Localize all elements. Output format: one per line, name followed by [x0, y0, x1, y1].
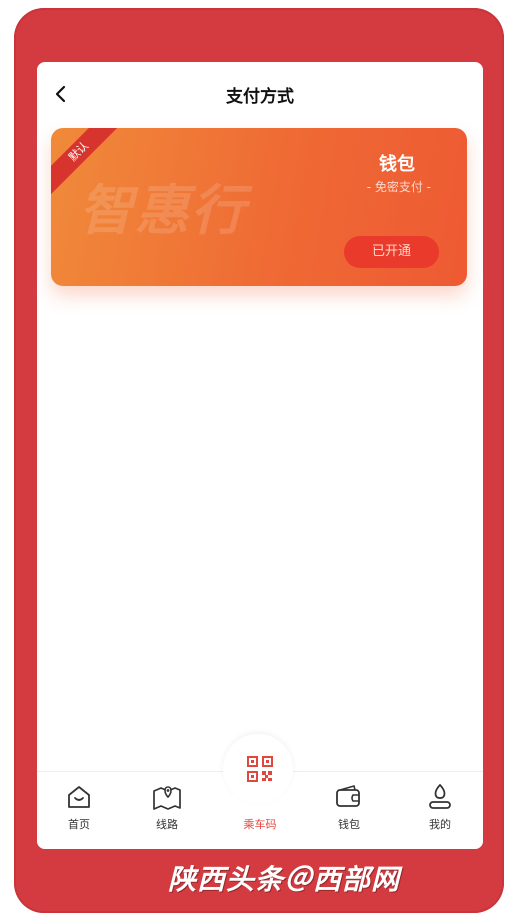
- user-icon: [429, 783, 451, 809]
- tab-wallet[interactable]: 钱包: [319, 782, 379, 832]
- wallet-subtitle: - 免密支付 -: [366, 180, 431, 194]
- tab-mine[interactable]: 我的: [410, 782, 470, 832]
- wallet-icon: [336, 785, 360, 807]
- app-screen: 支付方式 智惠行 默认 钱包 - 免密支付 - 已开通 首页 线路 乘车码 钱包…: [37, 62, 483, 849]
- tab-home-label: 首页: [68, 818, 90, 831]
- bottom-tab-bar: 首页 线路 乘车码 钱包 我的: [37, 734, 483, 849]
- activated-button[interactable]: 已开通: [344, 236, 439, 268]
- header: 支付方式: [37, 62, 483, 126]
- page-title: 支付方式: [226, 87, 294, 107]
- tab-wallet-label: 钱包: [338, 818, 360, 831]
- tab-ride-code-label: 乘车码: [243, 818, 277, 831]
- footer-brand-watermark: 陕西头条＠西部网: [168, 863, 401, 896]
- tab-mine-label: 我的: [429, 818, 451, 831]
- tab-ride-code[interactable]: 乘车码: [230, 782, 290, 832]
- home-icon: [68, 786, 90, 808]
- map-icon: [153, 786, 181, 810]
- qr-code-icon: [247, 756, 273, 782]
- wallet-title: 钱包: [379, 154, 415, 175]
- default-ribbon: 默认: [51, 128, 121, 198]
- default-ribbon-label: 默认: [51, 128, 121, 195]
- tab-ride-code-icon-wrap[interactable]: [247, 756, 273, 782]
- tab-home[interactable]: 首页: [49, 782, 109, 832]
- tab-routes-label: 线路: [156, 818, 178, 831]
- tab-routes[interactable]: 线路: [137, 782, 197, 832]
- wallet-payment-card[interactable]: 智惠行 默认 钱包 - 免密支付 - 已开通: [51, 128, 467, 286]
